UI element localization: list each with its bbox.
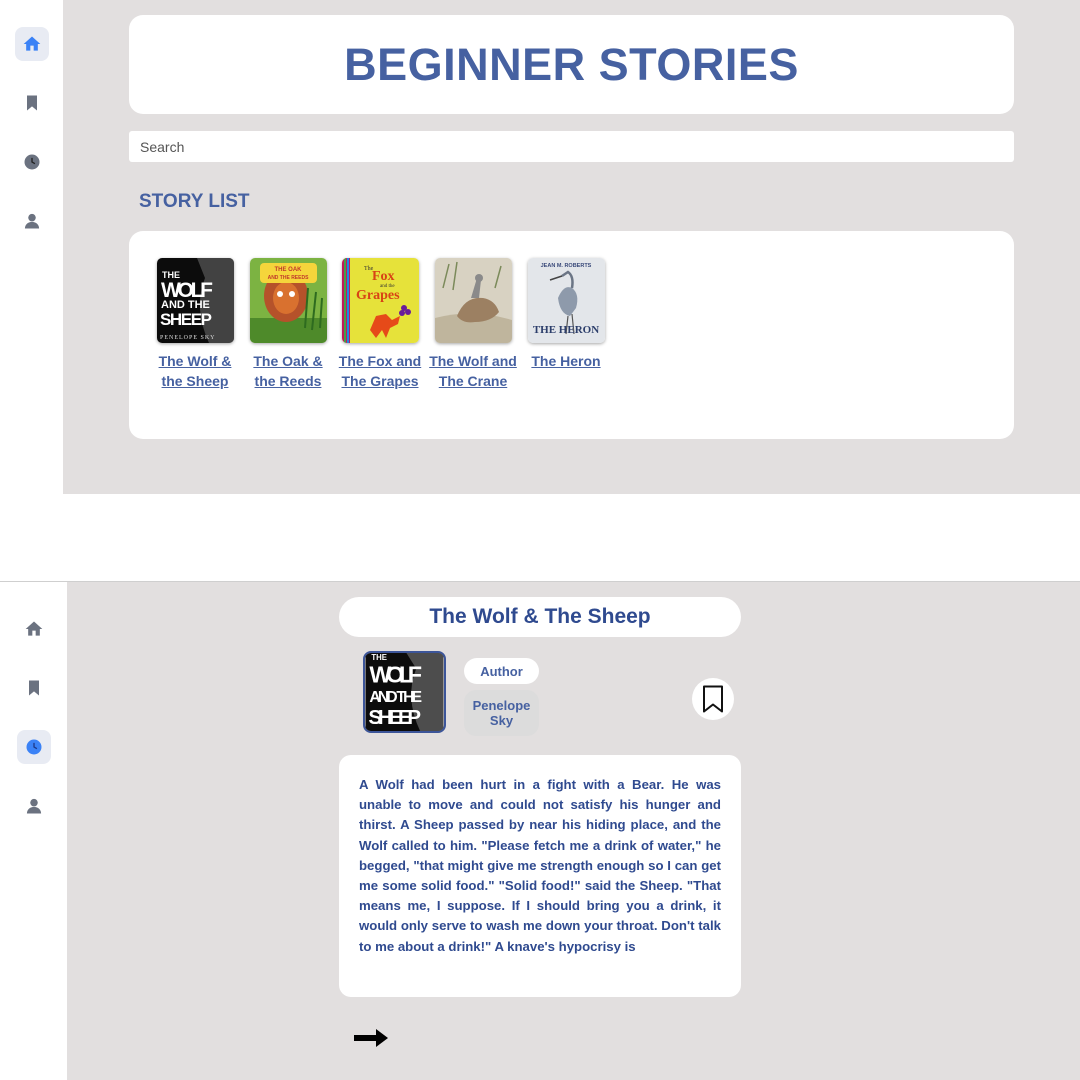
bookmark-button[interactable] [692,678,734,720]
story-item-heron[interactable]: JEAN M. ROBERTS THE HERON The Heron [521,258,611,371]
story-title-link[interactable]: The Wolf and The Crane [428,351,518,391]
story-cover[interactable]: THE WOLF AND THE SHEEP PENELOPE SKY [156,258,234,343]
story-item-fox-grapes[interactable]: The Fox and the Grapes The Fox and The G… [335,258,425,391]
profile-icon [26,798,42,814]
svg-text:AND THE: AND THE [369,689,422,706]
home-screen: BEGINNER STORIES STORY LIST THE WOLF AND… [0,0,1080,494]
svg-text:SHEEP: SHEEP [160,310,212,329]
svg-text:THE OAK: THE OAK [274,267,302,273]
story-title-link[interactable]: The Heron [521,351,611,371]
bookmark-icon [27,95,37,111]
story-title-link[interactable]: The Oak & the Reeds [243,351,333,391]
author-label: Author [464,658,539,684]
profile-icon [24,213,40,229]
story-item-wolf-crane[interactable]: The Wolf and The Crane [428,258,518,391]
story-detail-screen: The Wolf & The Sheep THE WOLF AND THE SH… [0,581,1080,1080]
story-item-oak-reeds[interactable]: THE OAK AND THE REEDS The Oak & the Reed… [243,258,333,391]
story-cover: THE WOLF AND THE SHEEP [363,651,446,733]
history-icon [26,739,42,755]
story-cover[interactable]: JEAN M. ROBERTS THE HERON [527,258,605,343]
story-text-card: A Wolf had been hurt in a fight with a B… [339,755,741,997]
svg-text:THE HERON: THE HERON [532,324,598,336]
section-title: STORY LIST [139,191,250,212]
svg-text:WOLF: WOLF [369,661,422,687]
story-content: The Wolf & The Sheep THE WOLF AND THE SH… [67,582,1080,1080]
sidebar-item-history[interactable] [17,730,51,764]
svg-text:Grapes: Grapes [356,288,400,303]
history-icon [24,154,40,170]
svg-text:Fox: Fox [372,269,395,284]
svg-text:SHEEP: SHEEP [368,706,421,729]
story-title-link[interactable]: The Wolf & the Sheep [150,351,240,391]
svg-text:JEAN M. ROBERTS: JEAN M. ROBERTS [540,263,591,269]
author-name: Penelope Sky [464,690,539,736]
sidebar-item-bookmarks[interactable] [15,86,49,120]
story-item-wolf-sheep[interactable]: THE WOLF AND THE SHEEP PENELOPE SKY The … [150,258,240,391]
search-input[interactable] [129,131,1014,162]
story-title: The Wolf & The Sheep [339,597,741,637]
home-icon [23,36,41,51]
story-list: THE WOLF AND THE SHEEP PENELOPE SKY The … [129,231,1014,439]
sidebar [0,582,67,1080]
sidebar-item-history[interactable] [15,145,49,179]
arrow-right-icon [354,1029,388,1047]
page-title: BEGINNER STORIES [344,38,799,90]
bookmark-icon [29,680,39,696]
svg-text:AND THE REEDS: AND THE REEDS [267,275,309,281]
sidebar-item-bookmarks[interactable] [17,671,51,705]
svg-text:PENELOPE SKY: PENELOPE SKY [160,335,216,341]
sidebar [0,0,63,494]
story-title-link[interactable]: The Fox and The Grapes [335,351,425,391]
sidebar-item-home[interactable] [17,612,51,646]
home-content: BEGINNER STORIES STORY LIST THE WOLF AND… [63,0,1080,494]
story-text: A Wolf had been hurt in a fight with a B… [359,777,721,954]
story-cover[interactable]: The Fox and the Grapes [341,258,419,343]
story-cover[interactable]: THE OAK AND THE REEDS [249,258,327,343]
sidebar-item-home[interactable] [15,27,49,61]
title-card: BEGINNER STORIES [129,15,1014,114]
home-icon [25,621,43,636]
sidebar-item-profile[interactable] [15,204,49,238]
sidebar-item-profile[interactable] [17,789,51,823]
next-page-button[interactable] [351,1025,391,1051]
bookmark-outline-icon [703,685,723,713]
story-cover[interactable] [434,258,512,343]
